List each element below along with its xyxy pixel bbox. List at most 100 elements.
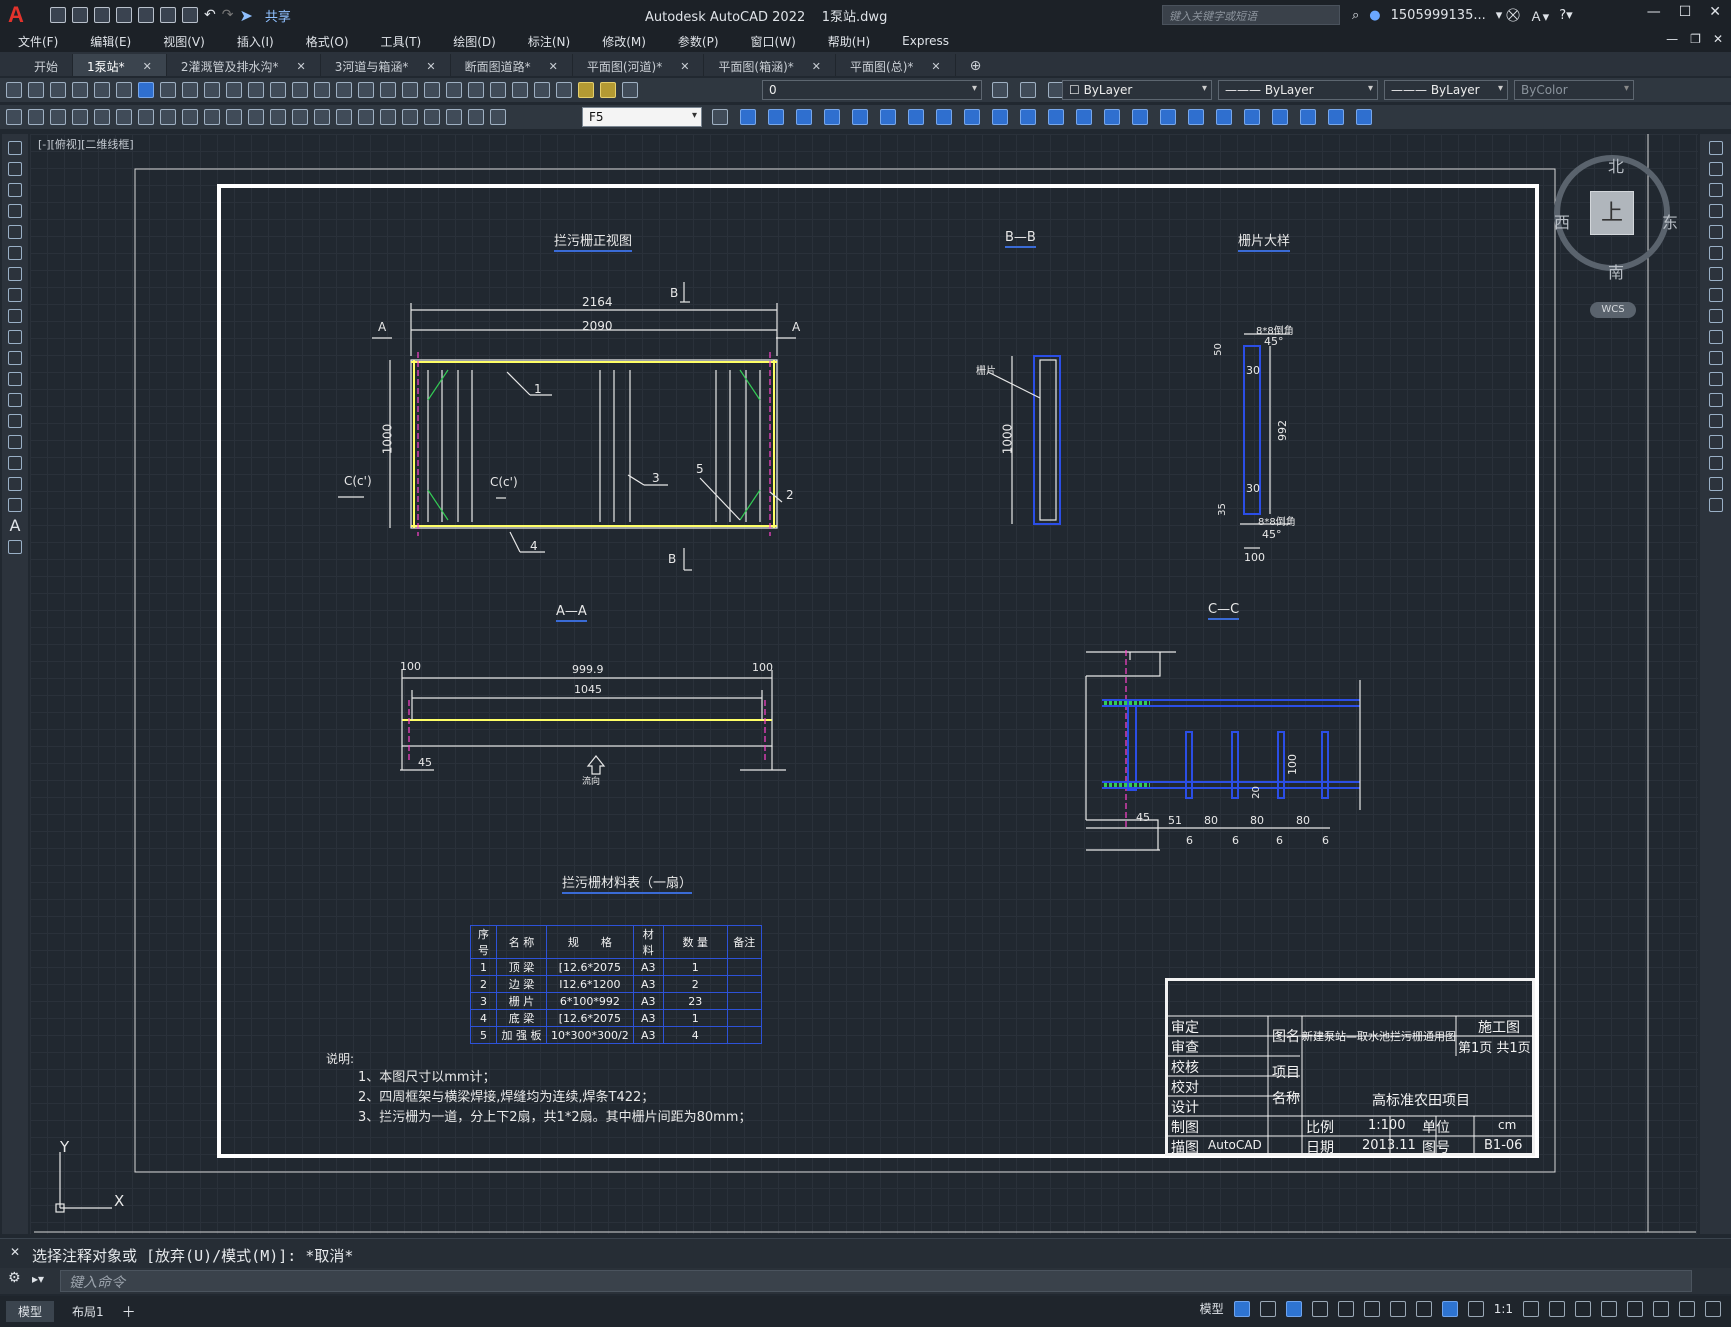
- save-icon[interactable]: [94, 7, 110, 23]
- erase-icon[interactable]: [740, 109, 756, 125]
- revision-cloud-icon[interactable]: [8, 288, 22, 302]
- fillet-icon[interactable]: [1132, 109, 1148, 125]
- isolate-objects-icon[interactable]: [1627, 1300, 1643, 1317]
- tolerance-icon[interactable]: [358, 109, 374, 125]
- break-at-point-icon[interactable]: [1708, 372, 1723, 386]
- image-icon[interactable]: [1300, 109, 1316, 125]
- autodesk-app-icon[interactable]: Ａ▾: [1530, 6, 1550, 25]
- doc-tab-6[interactable]: 平面图(箱涵)* ✕: [704, 54, 837, 76]
- trim-icon[interactable]: [992, 109, 1008, 125]
- grid-icon[interactable]: [1233, 1300, 1250, 1317]
- doc-tab-2[interactable]: 2灌溉管及排水沟* ✕: [167, 54, 321, 76]
- tool-palettes-icon[interactable]: [446, 82, 462, 98]
- lineweight-icon[interactable]: [1415, 1300, 1432, 1317]
- doc-tab-1[interactable]: 1泵站* ✕: [73, 54, 167, 76]
- recent-commands-icon[interactable]: ▸▾: [32, 1272, 44, 1286]
- tab-model[interactable]: 模型: [6, 1301, 55, 1322]
- ungroup-icon[interactable]: [1244, 109, 1260, 125]
- xref-icon[interactable]: [1272, 109, 1288, 125]
- hatch-icon[interactable]: [8, 435, 22, 449]
- group-icon[interactable]: [1216, 109, 1232, 125]
- customization-icon[interactable]: [1705, 1300, 1721, 1317]
- model-space-button[interactable]: 模型: [1200, 1300, 1224, 1317]
- dim-edit-icon[interactable]: [446, 109, 462, 125]
- tab-close-icon[interactable]: ✕: [931, 60, 940, 73]
- dim-style-icon[interactable]: [712, 109, 728, 125]
- menu-item-6[interactable]: 绘图(D): [453, 33, 496, 50]
- annotation-monitor-icon[interactable]: [1549, 1300, 1565, 1317]
- redo-icon[interactable]: ↷: [222, 7, 234, 23]
- array-icon[interactable]: [852, 109, 868, 125]
- gradient-icon[interactable]: [8, 456, 22, 470]
- insert-block-icon[interactable]: [8, 372, 22, 386]
- linetype-select[interactable]: ——— ByLayer ▾: [1218, 80, 1378, 100]
- annotation-scale[interactable]: 1:1: [1494, 1302, 1513, 1316]
- design-center-icon[interactable]: [424, 82, 440, 98]
- calculator-icon[interactable]: [512, 82, 528, 98]
- tab-close-icon[interactable]: ✕: [143, 60, 152, 73]
- construction-line-icon[interactable]: [8, 162, 22, 176]
- polar-icon[interactable]: [1311, 1300, 1328, 1317]
- help-icon[interactable]: [534, 82, 550, 98]
- menu-item-4[interactable]: 格式(O): [306, 33, 349, 50]
- polyline-icon[interactable]: [8, 183, 22, 197]
- doc-close-icon[interactable]: ✕: [1713, 32, 1723, 46]
- explode-icon[interactable]: [1708, 498, 1723, 512]
- erase-icon[interactable]: [1708, 141, 1723, 155]
- zoom-previous-icon[interactable]: [380, 82, 396, 98]
- scale-icon[interactable]: [1708, 288, 1723, 302]
- doc-tab-0[interactable]: 开始: [20, 54, 74, 76]
- doc-tab-3[interactable]: 3河道与箱涵* ✕: [321, 54, 451, 76]
- blend-icon[interactable]: [1708, 477, 1723, 491]
- open-icon[interactable]: [72, 7, 88, 23]
- rotate-icon[interactable]: [908, 109, 924, 125]
- tab-close-icon[interactable]: ✕: [549, 60, 558, 73]
- menu-item-7[interactable]: 标注(N): [528, 33, 570, 50]
- copy-icon[interactable]: [182, 82, 198, 98]
- make-block-icon[interactable]: [8, 393, 22, 407]
- ellipse-arc-icon[interactable]: [8, 351, 22, 365]
- draworder-icon[interactable]: [1188, 109, 1204, 125]
- layer-freeze-icon[interactable]: [600, 82, 616, 98]
- redo-icon[interactable]: [292, 82, 308, 98]
- quick-dim-icon[interactable]: [248, 109, 264, 125]
- viewcube[interactable]: 北 南 西 东 上: [1554, 155, 1678, 282]
- spline-icon[interactable]: [8, 309, 22, 323]
- minimize-icon[interactable]: —: [1647, 4, 1661, 20]
- export-icon[interactable]: [160, 7, 176, 23]
- center-mark-icon[interactable]: [380, 109, 396, 125]
- workspace-icon[interactable]: [1523, 1300, 1539, 1317]
- snap-icon[interactable]: [1259, 1300, 1276, 1317]
- tab-layout1[interactable]: 布局1: [60, 1301, 116, 1322]
- copy-object-icon[interactable]: [768, 109, 784, 125]
- diameter-dim-icon[interactable]: [204, 109, 220, 125]
- array-icon[interactable]: [1708, 225, 1723, 239]
- tab-close-icon[interactable]: ✕: [426, 60, 435, 73]
- offset-icon[interactable]: [824, 109, 840, 125]
- save-as-icon[interactable]: [116, 7, 132, 23]
- doc-restore-icon[interactable]: ❐: [1690, 32, 1701, 46]
- doc-minimize-icon[interactable]: —: [1666, 32, 1678, 46]
- aligned-dim-icon[interactable]: [94, 109, 110, 125]
- chamfer-icon[interactable]: [1708, 435, 1723, 449]
- explode-icon[interactable]: [1160, 109, 1176, 125]
- table-icon[interactable]: [8, 498, 22, 512]
- text-style-select[interactable]: F5 ▾: [582, 107, 702, 127]
- new-icon[interactable]: [50, 7, 66, 23]
- ellipse-icon[interactable]: [8, 330, 22, 344]
- zoom-window-icon[interactable]: [358, 82, 374, 98]
- publish-icon[interactable]: [116, 82, 132, 98]
- menu-item-12[interactable]: Express: [902, 34, 949, 48]
- customize-icon[interactable]: ⚙: [8, 1270, 21, 1286]
- cart-icon[interactable]: ▾ ⛒: [1496, 8, 1520, 23]
- quick-select-icon[interactable]: [6, 109, 22, 125]
- mtext-icon[interactable]: A: [8, 518, 22, 534]
- scale-icon[interactable]: [936, 109, 952, 125]
- break-icon[interactable]: [1708, 393, 1723, 407]
- user-icon[interactable]: ●: [1369, 8, 1380, 23]
- undo-icon[interactable]: ↶: [204, 7, 216, 23]
- circle-icon[interactable]: [8, 267, 22, 281]
- offset-icon[interactable]: [1708, 204, 1723, 218]
- units-icon[interactable]: [1575, 1300, 1591, 1317]
- undo-icon[interactable]: [270, 82, 286, 98]
